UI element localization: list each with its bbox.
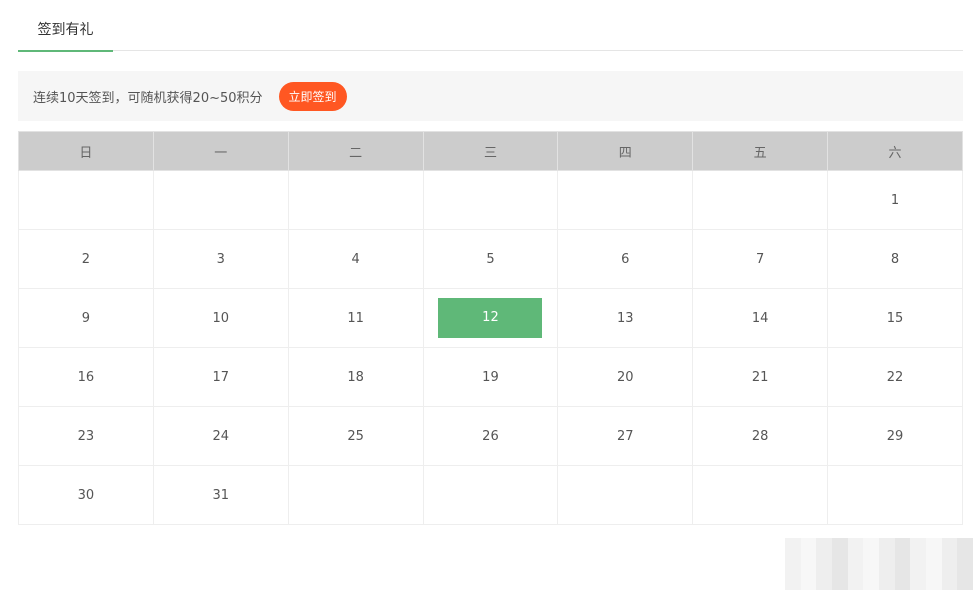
weekday-thu: 四 — [557, 131, 694, 171]
calendar-empty-cell — [827, 465, 963, 525]
calendar-day-number: 28 — [751, 428, 769, 444]
calendar-day-cell[interactable]: 26 — [422, 406, 559, 466]
calendar-day-number: 21 — [751, 369, 769, 385]
calendar-day-number: 19 — [482, 369, 499, 385]
calendar-day-cell[interactable]: 27 — [557, 406, 694, 466]
calendar-day-cell[interactable]: 16 — [18, 347, 154, 407]
calendar-day-cell[interactable]: 23 — [18, 406, 154, 466]
signin-banner: 连续10天签到，可随机获得20~50积分 立即签到 — [18, 71, 963, 121]
calendar-week-row: 1 — [18, 170, 963, 230]
weekday-sat: 六 — [827, 131, 963, 171]
calendar-day-cell[interactable]: 7 — [692, 229, 829, 289]
calendar-day-number: 1 — [890, 192, 900, 208]
calendar-empty-cell — [557, 170, 694, 230]
calendar-day-cell[interactable]: 22 — [827, 347, 963, 407]
calendar-day-cell[interactable]: 20 — [557, 347, 694, 407]
calendar-day-number: 3 — [216, 251, 225, 267]
calendar-day-number: 27 — [617, 428, 634, 444]
calendar-day-number: 31 — [212, 487, 230, 503]
calendar-day-cell[interactable]: 17 — [152, 347, 289, 407]
calendar-day-number: 18 — [347, 369, 364, 385]
calendar-empty-cell — [692, 465, 829, 525]
calendar-day-number: 30 — [77, 487, 95, 503]
signin-rule-text: 连续10天签到，可随机获得20~50积分 — [33, 90, 263, 106]
weekday-mon: 一 — [152, 131, 289, 171]
calendar-day-cell[interactable]: 30 — [18, 465, 154, 525]
calendar-day-cell[interactable]: 10 — [152, 288, 289, 348]
calendar-day-cell[interactable]: 13 — [557, 288, 694, 348]
calendar-empty-cell — [692, 170, 829, 230]
calendar-day-cell[interactable]: 25 — [287, 406, 424, 466]
calendar-day-cell[interactable]: 5 — [422, 229, 559, 289]
pixelated-watermark — [785, 538, 973, 590]
calendar-day-cell[interactable]: 28 — [692, 406, 829, 466]
calendar-day-number: 4 — [351, 251, 360, 267]
weekday-wed: 三 — [422, 131, 559, 171]
calendar-day-number: 29 — [886, 428, 904, 444]
calendar-day-number: 11 — [347, 310, 364, 326]
calendar-day-number: 2 — [81, 251, 91, 267]
calendar-day-cell[interactable]: 18 — [287, 347, 424, 407]
calendar-day-number: 8 — [890, 251, 900, 267]
signin-calendar: 日 一 二 三 四 五 六 1 2 3 4 5 6 7 8 9 10 11 12 13 14 15 16 17 1… — [18, 131, 963, 525]
calendar-week-row: 9 10 11 12 13 14 15 — [18, 288, 963, 348]
calendar-empty-cell — [287, 465, 424, 525]
calendar-day-number: 15 — [886, 310, 904, 326]
calendar-day-cell[interactable]: 15 — [827, 288, 963, 348]
calendar-week-row: 23 24 25 26 27 28 29 — [18, 406, 963, 466]
calendar-day-cell[interactable]: 21 — [692, 347, 829, 407]
calendar-day-cell[interactable]: 24 — [152, 406, 289, 466]
calendar-day-number: 6 — [621, 251, 630, 267]
calendar-day-number: 9 — [81, 310, 91, 326]
calendar-day-cell[interactable]: 12 — [422, 288, 559, 348]
calendar-day-number: 10 — [212, 310, 230, 326]
calendar-week-row: 16 17 18 19 20 21 22 — [18, 347, 963, 407]
tab-signin-rewards[interactable]: 签到有礼 — [18, 0, 113, 52]
calendar-empty-cell — [422, 170, 559, 230]
calendar-week-row: 2 3 4 5 6 7 8 — [18, 229, 963, 289]
calendar-day-cell[interactable]: 4 — [287, 229, 424, 289]
calendar-day-number: 16 — [77, 369, 95, 385]
weekday-tue: 二 — [287, 131, 424, 171]
calendar-day-cell[interactable]: 2 — [18, 229, 154, 289]
calendar-day-number: 25 — [347, 428, 364, 444]
calendar-day-cell[interactable]: 11 — [287, 288, 424, 348]
calendar-day-cell[interactable]: 14 — [692, 288, 829, 348]
calendar-day-cell[interactable]: 8 — [827, 229, 963, 289]
calendar-empty-cell — [18, 170, 154, 230]
calendar-day-cell[interactable]: 29 — [827, 406, 963, 466]
calendar-day-number: 17 — [212, 369, 230, 385]
calendar-day-cell[interactable]: 1 — [827, 170, 963, 230]
calendar-day-number: 22 — [886, 369, 904, 385]
calendar-day-cell[interactable]: 9 — [18, 288, 154, 348]
calendar-day-cell[interactable]: 31 — [152, 465, 289, 525]
calendar-day-number: 23 — [77, 428, 95, 444]
weekday-fri: 五 — [692, 131, 829, 171]
weekday-sun: 日 — [18, 131, 154, 171]
calendar-empty-cell — [422, 465, 559, 525]
calendar-day-number: 14 — [751, 310, 769, 326]
calendar-week-row: 30 31 — [18, 465, 963, 525]
calendar-empty-cell — [287, 170, 424, 230]
calendar-day-number: 5 — [486, 251, 495, 267]
calendar-empty-cell — [557, 465, 694, 525]
calendar-day-cell[interactable]: 3 — [152, 229, 289, 289]
calendar-day-number: 13 — [617, 310, 634, 326]
calendar-day-number: 24 — [212, 428, 230, 444]
calendar-day-number: 12 — [438, 298, 543, 338]
calendar-day-cell[interactable]: 6 — [557, 229, 694, 289]
tab-bar: 签到有礼 — [18, 0, 963, 52]
calendar-day-number: 20 — [617, 369, 634, 385]
calendar-day-cell[interactable]: 19 — [422, 347, 559, 407]
calendar-day-number: 7 — [756, 251, 765, 267]
calendar-day-number: 26 — [482, 428, 499, 444]
calendar-empty-cell — [152, 170, 289, 230]
weekday-header-row: 日 一 二 三 四 五 六 — [18, 131, 963, 171]
signin-now-button[interactable]: 立即签到 — [278, 81, 347, 111]
